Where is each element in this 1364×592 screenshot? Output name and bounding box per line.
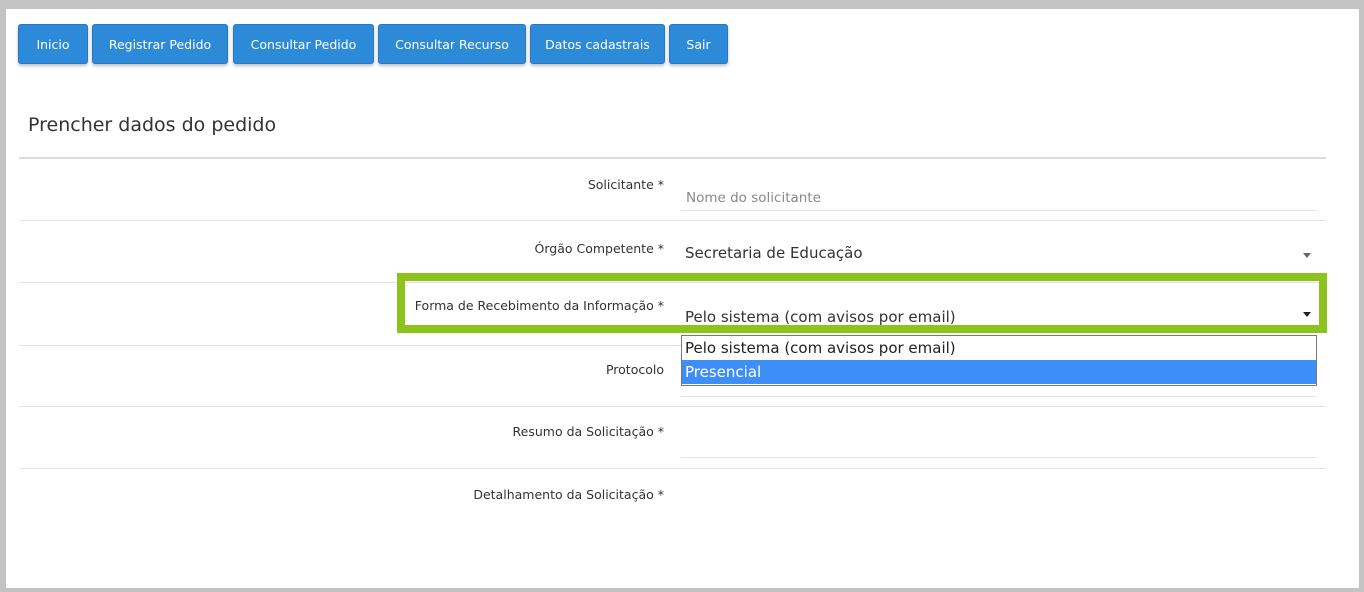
row-divider: [19, 406, 1326, 407]
nav-consultar-recurso-button[interactable]: Consultar Recurso: [378, 24, 526, 64]
dropdown-option-pelo-sistema[interactable]: Pelo sistema (com avisos por email): [682, 336, 1316, 360]
row-divider: [19, 468, 1326, 469]
solicitante-label: Solicitante *: [587, 177, 664, 192]
chevron-down-icon[interactable]: [1303, 312, 1311, 317]
protocolo-label: Protocolo: [605, 362, 664, 377]
nav-datos-cadastrais-button[interactable]: Datos cadastrais: [530, 24, 665, 64]
orgao-select[interactable]: Secretaria de Educação: [685, 244, 863, 262]
page-title: Prencher dados do pedido: [28, 114, 277, 136]
chevron-down-icon[interactable]: [1303, 253, 1311, 258]
protocolo-input-underline: [681, 396, 1317, 397]
detalhamento-label: Detalhamento da Solicitação *: [473, 487, 664, 502]
title-divider: [19, 157, 1326, 159]
resumo-label: Resumo da Solicitação *: [512, 424, 664, 439]
nav-registrar-pedido-button[interactable]: Registrar Pedido: [92, 24, 228, 64]
nav-consultar-pedido-button[interactable]: Consultar Pedido: [233, 24, 374, 64]
row-divider: [19, 345, 681, 346]
row-divider: [19, 220, 1326, 221]
solicitante-input[interactable]: Nome do solicitante: [686, 190, 821, 206]
forma-label: Forma de Recebimento da Informação *: [414, 298, 664, 313]
resumo-input[interactable]: [681, 457, 1317, 458]
nav-inicio-button[interactable]: Inicio: [18, 24, 88, 64]
nav-sair-button[interactable]: Sair: [669, 24, 728, 64]
solicitante-input-underline: [681, 210, 1317, 211]
dropdown-option-presencial[interactable]: Presencial: [682, 360, 1316, 384]
forma-select[interactable]: Pelo sistema (com avisos por email): [685, 308, 956, 326]
orgao-label: Órgão Competente *: [534, 241, 664, 256]
forma-dropdown-list: Pelo sistema (com avisos por email) Pres…: [681, 335, 1317, 386]
